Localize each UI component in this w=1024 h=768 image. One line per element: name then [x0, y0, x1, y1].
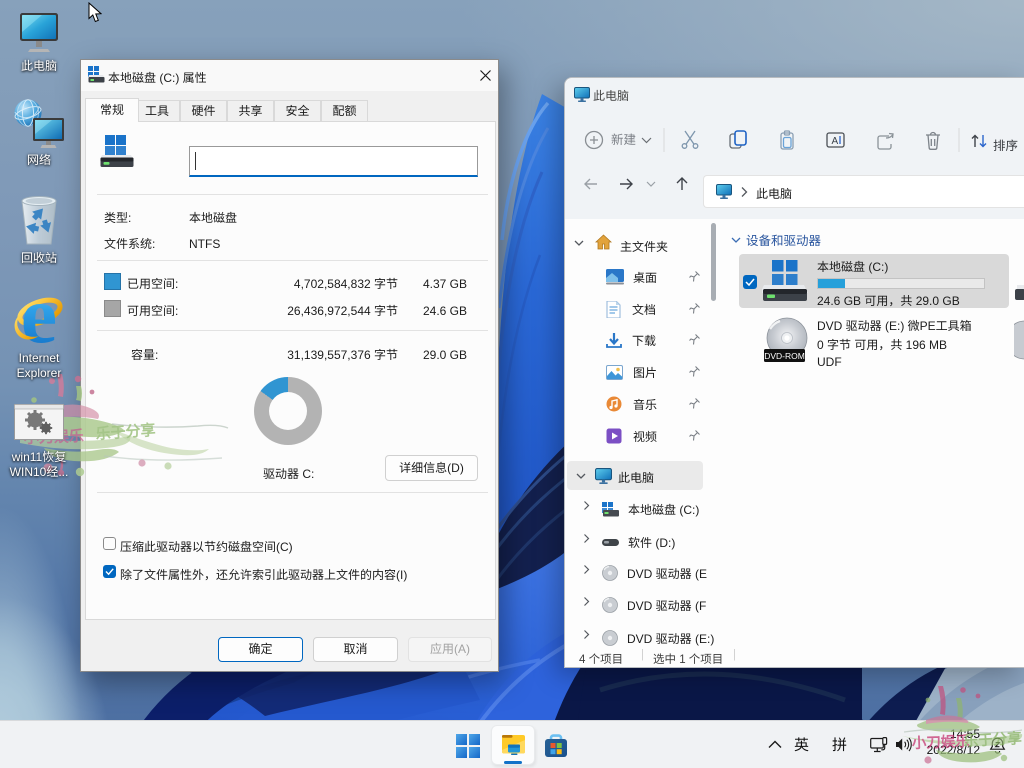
svg-text:小刀娱乐: 小刀娱乐: [911, 730, 970, 753]
svg-text:乐于分享: 乐于分享: [963, 727, 1023, 751]
svg-text:e: e: [21, 296, 57, 348]
svg-text:DVD-ROM: DVD-ROM: [764, 351, 805, 361]
svg-text:新建: 新建: [611, 129, 637, 148]
svg-text:乐于分享: 乐于分享: [95, 419, 156, 444]
svg-text:A: A: [832, 136, 839, 147]
